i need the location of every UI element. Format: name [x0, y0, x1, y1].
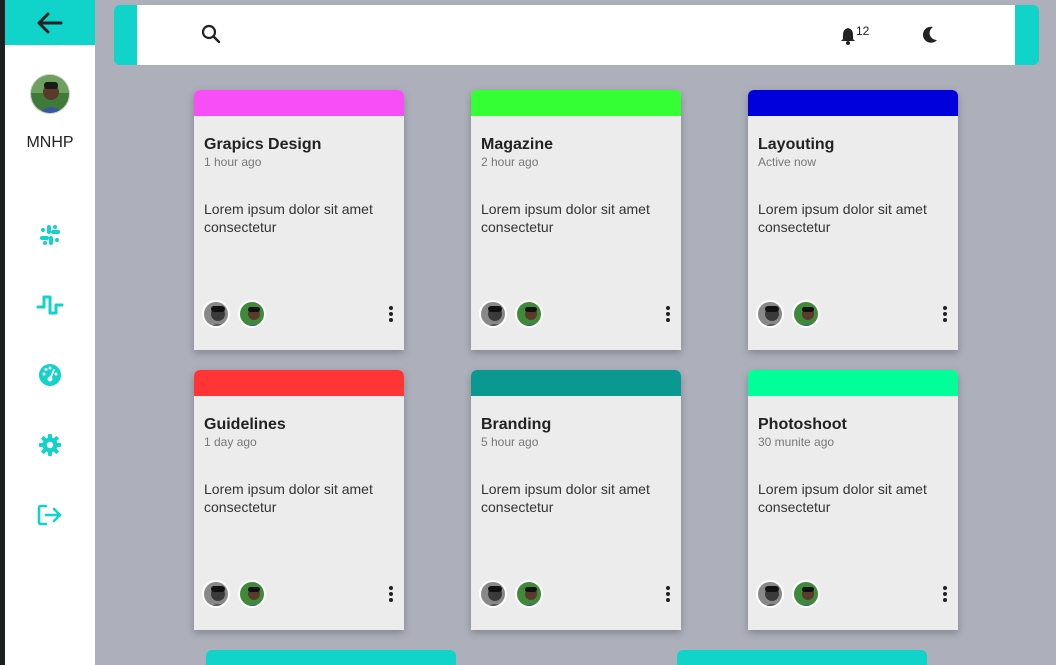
card-menu-button[interactable]: [387, 586, 395, 606]
more-vertical-icon: [389, 586, 393, 590]
card-description: Lorem ipsum dolor sit amet consectetur: [204, 201, 373, 235]
card-title: Branding: [481, 416, 552, 433]
card-color-header: [471, 90, 681, 116]
gauge-icon: [39, 364, 61, 386]
more-vertical-icon-dot: [666, 598, 670, 602]
card-color-header: [471, 370, 681, 396]
card-time: 1 day ago: [204, 435, 257, 449]
theme-toggle[interactable]: [922, 26, 938, 49]
card-title: Grapics Design: [204, 136, 322, 153]
card-description: Lorem ipsum dolor sit amet consectetur: [204, 481, 373, 515]
card-menu-button[interactable]: [664, 306, 672, 326]
more-vertical-icon-dot: [943, 312, 947, 316]
sidebar: MNHP: [5, 0, 95, 665]
more-vertical-icon-dot: [389, 592, 393, 596]
card-time: 2 hour ago: [481, 155, 539, 169]
card-color-header: [748, 90, 958, 116]
avatar[interactable]: [30, 74, 70, 114]
member-avatar[interactable]: [202, 580, 230, 608]
notifications-button[interactable]: [839, 27, 857, 50]
project-card[interactable]: Grapics Design 1 hour ago Lorem ipsum do…: [194, 90, 404, 350]
card-menu-button[interactable]: [941, 586, 949, 606]
member-avatar[interactable]: [756, 580, 784, 608]
pulse-wave-icon: [36, 295, 64, 315]
card-color-header: [194, 370, 404, 396]
topbar: 12: [137, 5, 1015, 65]
search-button[interactable]: [201, 24, 221, 49]
notification-count: 12: [856, 24, 870, 38]
member-avatar[interactable]: [238, 580, 266, 608]
nav-item-slack[interactable]: [36, 221, 64, 249]
card-menu-button[interactable]: [941, 306, 949, 326]
nav-item-settings[interactable]: [36, 431, 64, 459]
member-avatar[interactable]: [792, 580, 820, 608]
more-vertical-icon-dot: [666, 312, 670, 316]
more-vertical-icon: [943, 306, 947, 310]
slack-icon: [40, 225, 60, 245]
card-description: Lorem ipsum dolor sit amet consectetur: [758, 201, 927, 235]
card-menu-button[interactable]: [387, 306, 395, 326]
more-vertical-icon: [389, 306, 393, 310]
card-time: 1 hour ago: [204, 155, 262, 169]
more-vertical-icon-dot: [943, 598, 947, 602]
moon-icon: [922, 26, 937, 43]
member-avatar[interactable]: [756, 300, 784, 328]
member-avatar[interactable]: [515, 580, 543, 608]
member-avatar[interactable]: [238, 300, 266, 328]
nav-item-activity[interactable]: [36, 291, 64, 319]
bottom-panel-right[interactable]: [677, 650, 927, 665]
project-card[interactable]: Layouting Active now Lorem ipsum dolor s…: [748, 90, 958, 350]
more-vertical-icon: [943, 586, 947, 590]
card-time: 30 munite ago: [758, 435, 835, 449]
logout-icon: [37, 504, 62, 526]
project-card[interactable]: Guidelines 1 day ago Lorem ipsum dolor s…: [194, 370, 404, 630]
card-description: Lorem ipsum dolor sit amet consectetur: [481, 481, 650, 515]
search-icon: [201, 24, 221, 44]
project-card[interactable]: Photoshoot 30 munite ago Lorem ipsum dol…: [748, 370, 958, 630]
card-title: Photoshoot: [758, 416, 847, 433]
bottom-panel-left[interactable]: [206, 650, 456, 665]
card-title: Layouting: [758, 136, 835, 153]
arrow-left-icon: [37, 12, 63, 33]
card-time: Active now: [758, 155, 817, 169]
more-vertical-icon: [666, 586, 670, 590]
more-vertical-icon-dot: [666, 592, 670, 596]
nav-item-logout[interactable]: [36, 501, 64, 529]
gear-icon: [39, 434, 61, 456]
more-vertical-icon-dot: [943, 318, 947, 322]
nav-item-dashboard[interactable]: [36, 361, 64, 389]
card-title: Guidelines: [204, 416, 286, 433]
member-avatar[interactable]: [515, 300, 543, 328]
more-vertical-icon-dot: [389, 312, 393, 316]
more-vertical-icon-dot: [389, 318, 393, 322]
card-color-header: [194, 90, 404, 116]
more-vertical-icon-dot: [389, 598, 393, 602]
project-card[interactable]: Magazine 2 hour ago Lorem ipsum dolor si…: [471, 90, 681, 350]
back-button[interactable]: [5, 0, 95, 45]
bell-icon: [841, 28, 855, 45]
more-vertical-icon-dot: [666, 318, 670, 322]
more-vertical-icon-dot: [943, 592, 947, 596]
card-time: 5 hour ago: [481, 435, 539, 449]
card-description: Lorem ipsum dolor sit amet consectetur: [758, 481, 927, 515]
card-color-header: [748, 370, 958, 396]
member-avatar[interactable]: [479, 300, 507, 328]
project-card[interactable]: Branding 5 hour ago Lorem ipsum dolor si…: [471, 370, 681, 630]
member-avatar[interactable]: [479, 580, 507, 608]
member-avatar[interactable]: [792, 300, 820, 328]
card-description: Lorem ipsum dolor sit amet consectetur: [481, 201, 650, 235]
member-avatar[interactable]: [202, 300, 230, 328]
card-title: Magazine: [481, 136, 554, 153]
card-menu-button[interactable]: [664, 586, 672, 606]
more-vertical-icon: [666, 306, 670, 310]
username: MNHP: [26, 134, 74, 151]
